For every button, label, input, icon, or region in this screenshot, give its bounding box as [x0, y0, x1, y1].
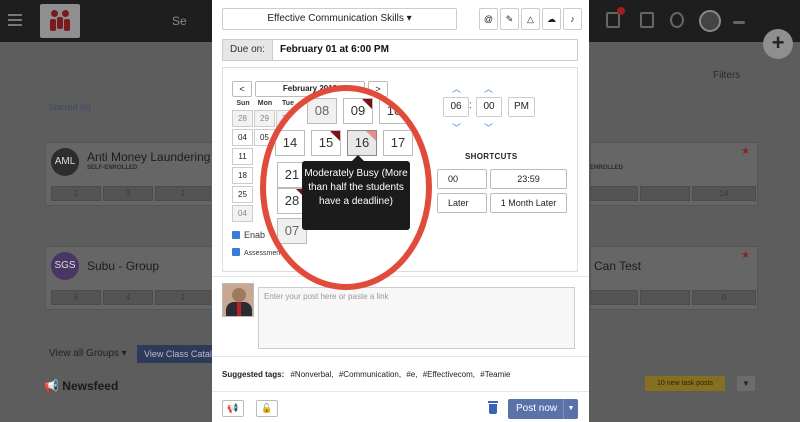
- magnified-day-selected[interactable]: 16: [347, 130, 377, 156]
- stat-tasks[interactable]: 1: [155, 290, 211, 305]
- view-all-groups-link[interactable]: View all Groups ▾: [49, 348, 127, 359]
- due-value[interactable]: February 01 at 6:00 PM: [280, 40, 389, 60]
- microphone-icon[interactable]: ♪: [563, 8, 582, 30]
- due-date-row[interactable]: Due on: February 01 at 6:00 PM: [222, 39, 578, 61]
- view-class-catalog-button[interactable]: View Class Catalo: [137, 345, 217, 363]
- shortcut-button[interactable]: 00: [437, 169, 487, 189]
- post-options-caret-icon[interactable]: ▼: [563, 399, 578, 419]
- class-subtitle: ENROLLED: [590, 165, 623, 171]
- new-posts-badge[interactable]: 10 new task posts: [645, 376, 725, 391]
- create-post-plus-icon[interactable]: +: [763, 29, 793, 59]
- cloud-icon[interactable]: ☁: [542, 8, 561, 30]
- mention-icon[interactable]: @: [479, 8, 498, 30]
- tag-link[interactable]: #Nonverbal,: [290, 370, 333, 379]
- minute-up-icon[interactable]: ︿: [484, 82, 493, 95]
- stat-assignments[interactable]: 0: [692, 290, 756, 305]
- magnified-day[interactable]: 15: [311, 130, 341, 156]
- notification-badge: [617, 7, 625, 15]
- author-avatar: [222, 283, 254, 317]
- shortcut-button[interactable]: 23:59: [490, 169, 567, 189]
- star-icon[interactable]: ★: [741, 146, 750, 157]
- divider: [212, 276, 589, 277]
- calendar-day[interactable]: 04: [232, 205, 253, 222]
- course-select[interactable]: Effective Communication Skills ▾: [222, 8, 457, 30]
- due-label: Due on:: [223, 40, 273, 60]
- post-textarea[interactable]: Enter your post here or paste a link: [258, 287, 575, 349]
- shortcuts-heading: SHORTCUTS: [465, 152, 518, 161]
- class-title[interactable]: Anti Money Laundering: [87, 150, 210, 164]
- tag-link[interactable]: #e,: [406, 370, 417, 379]
- google-drive-icon[interactable]: △: [521, 8, 540, 30]
- calendar-day[interactable]: 28: [232, 110, 253, 127]
- class-avatar: SGS: [51, 252, 79, 280]
- tag-link[interactable]: #Effectivecom,: [423, 370, 475, 379]
- magnified-day[interactable]: 09: [343, 98, 373, 124]
- divider: [212, 356, 589, 357]
- stat-y[interactable]: [640, 290, 690, 305]
- stat-x[interactable]: [590, 186, 638, 201]
- tag-link[interactable]: #Communication,: [339, 370, 401, 379]
- calendar-icon[interactable]: [640, 12, 654, 28]
- calendar-day[interactable]: 25: [232, 186, 253, 203]
- stat-comments[interactable]: 4: [103, 290, 153, 305]
- shortcut-button[interactable]: 1 Month Later: [490, 193, 567, 213]
- hamburger-menu-icon[interactable]: [8, 14, 22, 26]
- busy-tooltip: Moderately Busy (More than half the stud…: [302, 155, 410, 230]
- stat-y[interactable]: [640, 186, 690, 201]
- stat-assignments[interactable]: 14: [692, 186, 756, 201]
- stat-posts[interactable]: 6: [51, 290, 101, 305]
- newsfeed-heading: 📢 Newsfeed: [44, 379, 119, 393]
- class-title[interactable]: Can Test: [594, 259, 641, 273]
- search-fragment: Se: [172, 14, 187, 28]
- unlock-icon[interactable]: 🔓: [256, 400, 278, 417]
- stat-comments[interactable]: 3: [103, 186, 153, 201]
- magnified-day[interactable]: 17: [383, 130, 413, 156]
- magnified-day[interactable]: 08: [307, 98, 337, 124]
- minute-down-icon[interactable]: ﹀: [484, 121, 493, 134]
- calendar-day[interactable]: 18: [232, 167, 253, 184]
- calendar-day[interactable]: 29: [254, 110, 275, 127]
- paperclip-icon[interactable]: ✎: [500, 8, 519, 30]
- calendar-prev-button[interactable]: <: [232, 81, 252, 97]
- shortcut-button[interactable]: Later: [437, 193, 487, 213]
- megaphone-icon[interactable]: 📢: [222, 400, 244, 417]
- starred-toggle[interactable]: Starred (6): [48, 102, 91, 112]
- magnified-day[interactable]: 10: [379, 98, 409, 124]
- minute-input[interactable]: 00: [476, 97, 502, 117]
- class-title[interactable]: Subu - Group: [87, 259, 159, 273]
- assessment-checkbox[interactable]: Assessmen: [232, 248, 280, 257]
- time-colon: :: [469, 100, 472, 111]
- filters-button[interactable]: Filters: [713, 70, 740, 81]
- suggested-tags: Suggested tags: #Nonverbal, #Communicati…: [222, 370, 514, 379]
- newsfeed-filter-icon[interactable]: ▼: [737, 376, 755, 391]
- globe-icon[interactable]: [670, 12, 684, 28]
- class-subtitle: SELF-ENROLLED: [87, 165, 138, 171]
- calendar-day[interactable]: 11: [232, 148, 253, 165]
- enable-checkbox[interactable]: Enab: [232, 230, 265, 240]
- stat-x[interactable]: [590, 290, 638, 305]
- hour-down-icon[interactable]: ﹀: [452, 121, 461, 134]
- weekday-header: Sun: [236, 100, 250, 107]
- class-avatar: AML: [51, 148, 79, 176]
- divider: [212, 391, 589, 392]
- weekday-header: Mon: [257, 100, 273, 107]
- star-icon[interactable]: ★: [741, 250, 750, 261]
- post-now-button[interactable]: Post now ▼: [508, 399, 578, 419]
- stat-posts[interactable]: 1: [51, 186, 101, 201]
- tag-link[interactable]: #Teamie: [480, 370, 510, 379]
- settings-icon[interactable]: [733, 21, 745, 24]
- hour-input[interactable]: 06: [443, 97, 469, 117]
- user-avatar[interactable]: [699, 10, 721, 32]
- calendar-day[interactable]: 04: [232, 129, 253, 146]
- hour-up-icon[interactable]: ︿: [452, 82, 461, 95]
- app-logo[interactable]: [40, 4, 80, 38]
- suggested-tags-label: Suggested tags:: [222, 370, 285, 379]
- trash-icon[interactable]: [488, 401, 498, 414]
- ampm-toggle[interactable]: PM: [508, 97, 535, 117]
- magnified-day[interactable]: 14: [275, 130, 305, 156]
- stat-tasks[interactable]: 1: [155, 186, 211, 201]
